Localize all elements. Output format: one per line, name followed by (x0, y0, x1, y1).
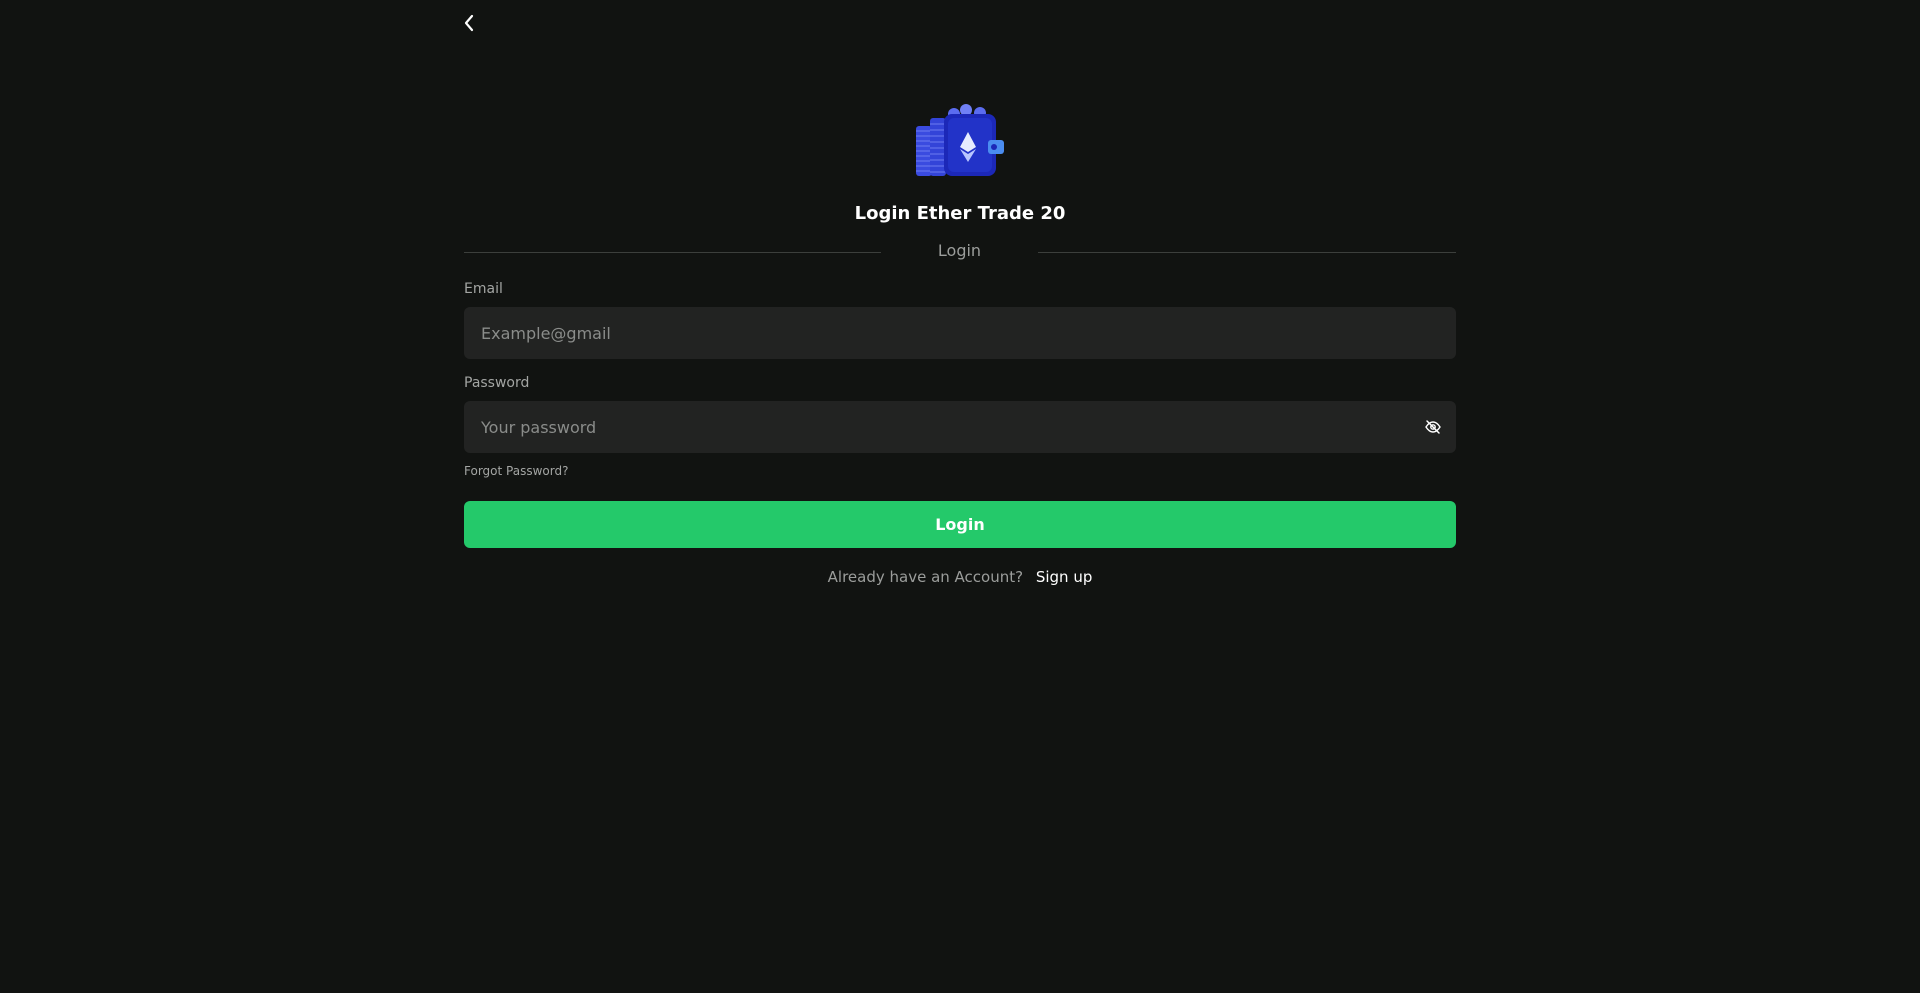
toggle-password-visibility-button[interactable] (1424, 419, 1442, 435)
email-field[interactable] (464, 307, 1456, 359)
chevron-left-icon (464, 14, 474, 32)
password-label: Password (464, 375, 530, 391)
section-divider: Login (464, 240, 1456, 264)
ethereum-wallet-logo (916, 104, 1004, 176)
signup-link[interactable]: Sign up (1036, 568, 1093, 586)
login-page: Login Ether Trade 20 Login Email Passwor… (0, 0, 1920, 993)
divider-line-left (464, 252, 881, 253)
page-title: Login Ether Trade 20 (854, 203, 1066, 224)
forgot-password-link[interactable]: Forgot Password? (464, 464, 568, 478)
login-button[interactable]: Login (464, 501, 1456, 548)
eye-off-icon (1425, 420, 1441, 434)
email-field-wrapper (464, 307, 1456, 359)
signup-row: Already have an Account? Sign up (464, 568, 1456, 586)
password-field[interactable] (464, 401, 1456, 453)
password-field-wrapper (464, 401, 1456, 453)
divider-line-right (1038, 252, 1456, 253)
back-button[interactable] (458, 10, 480, 36)
divider-label: Login (937, 241, 982, 260)
email-label: Email (464, 281, 503, 297)
signup-prompt: Already have an Account? (827, 568, 1024, 586)
